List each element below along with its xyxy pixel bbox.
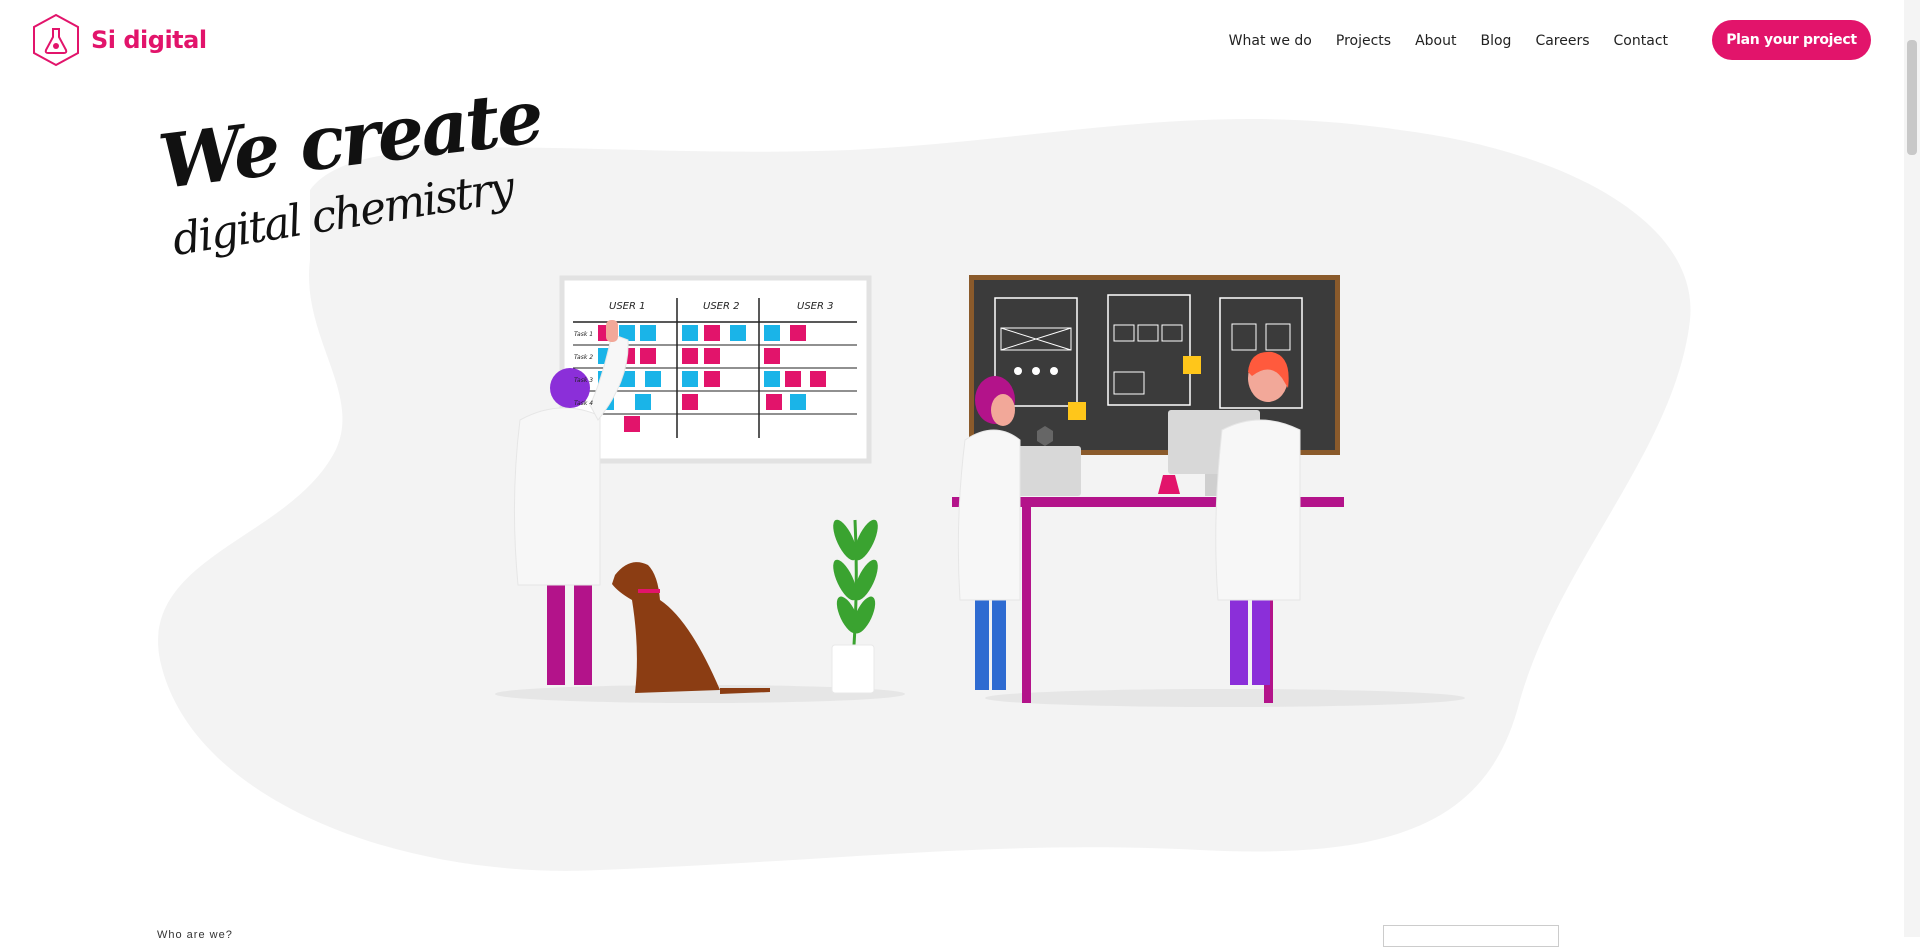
nav-about[interactable]: About xyxy=(1415,33,1456,49)
nav-blog[interactable]: Blog xyxy=(1480,33,1511,49)
scrollbar-thumb[interactable] xyxy=(1907,40,1917,155)
nav-careers[interactable]: Careers xyxy=(1535,33,1589,49)
nav-what-we-do[interactable]: What we do xyxy=(1229,33,1312,49)
hero: We create digital chemistry USER 1 USER … xyxy=(0,0,1904,937)
scrollbar[interactable] xyxy=(1904,0,1920,937)
site-header: Si digital What we do Projects About Blo… xyxy=(0,0,1904,90)
who-are-we-label: Who are we? xyxy=(157,929,233,941)
logo[interactable]: Si digital xyxy=(31,13,207,67)
brand-name: Si digital xyxy=(91,26,207,54)
plan-project-button[interactable]: Plan your project xyxy=(1712,20,1871,60)
nav-projects[interactable]: Projects xyxy=(1336,33,1391,49)
hero-headline: We create digital chemistry xyxy=(155,74,546,330)
flask-hexagon-icon xyxy=(33,13,79,67)
nav-contact[interactable]: Contact xyxy=(1614,33,1668,49)
ground-shadow-right xyxy=(985,689,1465,707)
main-nav: What we do Projects About Blog Careers C… xyxy=(1229,33,1668,49)
below-fold-box xyxy=(1383,925,1559,947)
